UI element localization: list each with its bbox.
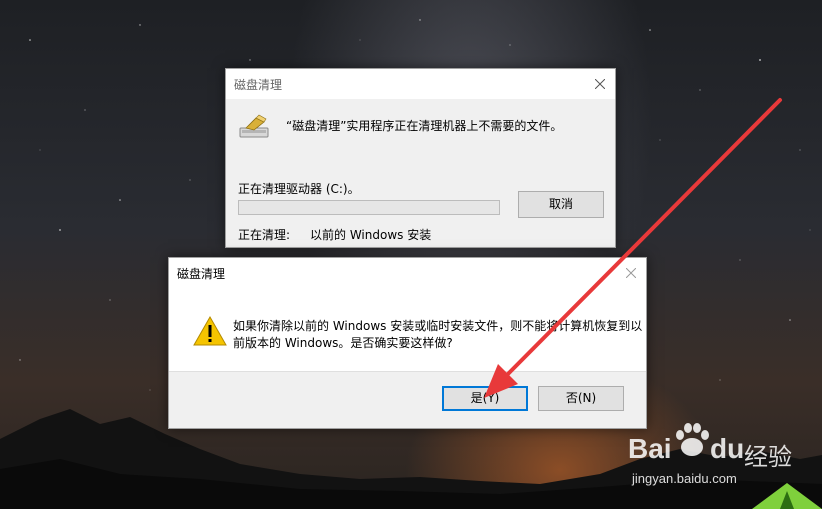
close-button[interactable]: [585, 69, 615, 99]
watermark-url: jingyan.baidu.com: [632, 471, 737, 486]
title-bar: 磁盘清理: [226, 69, 615, 99]
cleaning-item: 以前的 Windows 安装: [310, 228, 432, 242]
watermark-brand2: du: [710, 433, 745, 464]
no-button[interactable]: 否(N): [538, 386, 624, 411]
confirm-message-line1: 如果你清除以前的 Windows 安装或临时安装文件，则不能将计算机恢复到以: [233, 319, 643, 333]
button-bar: 是(Y) 否(N): [169, 371, 646, 428]
disk-cleanup-icon: [239, 114, 269, 138]
disk-cleanup-progress-dialog: 磁盘清理 “磁盘清理”实用程序正在清理机器上不需要的文件。 正在清理驱动器 (C…: [225, 68, 616, 248]
cleanup-progress-bar: [238, 200, 500, 215]
watermark-brand: Bai: [628, 433, 672, 464]
yes-button[interactable]: 是(Y): [442, 386, 528, 411]
dialog-title: 磁盘清理: [177, 267, 226, 281]
watermark-suffix: 经验: [744, 443, 792, 471]
cancel-button[interactable]: 取消: [518, 191, 604, 218]
disk-cleanup-confirm-dialog: 磁盘清理 如果你清除以前的 Windows 安装或临时安装文件，则不能将计算机恢…: [168, 257, 647, 429]
dialog-title: 磁盘清理: [234, 78, 283, 92]
tent-graphic: [752, 483, 822, 509]
close-icon: [626, 268, 636, 278]
drive-label: 正在清理驱动器 (C:)。: [238, 182, 360, 196]
cleaning-label: 正在清理:: [238, 228, 291, 242]
warning-icon: [193, 316, 227, 346]
close-icon: [595, 79, 605, 89]
title-bar: 磁盘清理: [169, 258, 646, 288]
baidu-jingyan-watermark: Bai du 经验 jingyan.baidu.com: [628, 415, 822, 509]
progress-message: “磁盘清理”实用程序正在清理机器上不需要的文件。: [286, 119, 563, 133]
confirm-message-line2: 前版本的 Windows。是否确实要这样做?: [233, 336, 453, 350]
baidu-paw-icon: [676, 423, 709, 456]
close-button[interactable]: [616, 258, 646, 288]
